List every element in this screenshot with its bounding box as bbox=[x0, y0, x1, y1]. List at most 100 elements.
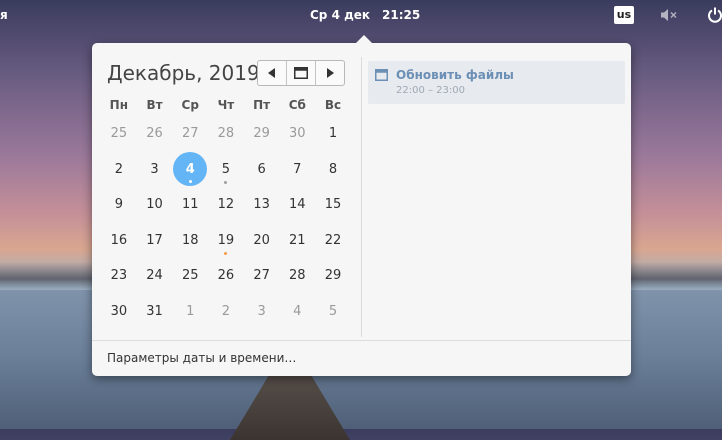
keyboard-layout-indicator[interactable]: us bbox=[614, 6, 634, 24]
day-number: 4 bbox=[293, 303, 302, 319]
day-number: 13 bbox=[253, 197, 270, 213]
calendar-day[interactable]: 27 bbox=[244, 258, 280, 294]
calendar-day[interactable]: 2 bbox=[101, 152, 137, 188]
day-number: 16 bbox=[110, 232, 128, 248]
calendar-day[interactable]: 20 bbox=[244, 223, 280, 259]
calendar-day[interactable]: 4 bbox=[279, 294, 315, 330]
calendar-day[interactable]: 6 bbox=[244, 152, 280, 188]
calendar-day[interactable]: 28 bbox=[208, 116, 244, 152]
calendar-day[interactable]: 26 bbox=[137, 116, 173, 152]
weekday-label: Пн bbox=[109, 98, 129, 112]
day-number: 25 bbox=[110, 126, 128, 142]
day-number: 28 bbox=[217, 126, 235, 142]
day-number: 5 bbox=[328, 303, 338, 319]
weekday-header: Пн Вт Ср Чт Пт Сб Вс bbox=[101, 98, 351, 116]
weekday-label: Сб bbox=[288, 98, 306, 112]
event-item[interactable]: Обновить файлы 22:00 – 23:00 bbox=[368, 61, 625, 104]
calendar-day[interactable]: 10 bbox=[137, 187, 173, 223]
power-icon[interactable] bbox=[708, 7, 722, 23]
next-month-button[interactable] bbox=[316, 61, 344, 85]
calendar-day[interactable]: 3 bbox=[244, 294, 280, 330]
event-time: 22:00 – 23:00 bbox=[396, 85, 465, 96]
day-number: 25 bbox=[181, 268, 199, 284]
day-number: 6 bbox=[257, 161, 266, 177]
calendar-day[interactable]: 12 bbox=[208, 187, 244, 223]
calendar-week-row: 25 26 27 28 29 30 1 bbox=[101, 116, 351, 152]
day-number: 7 bbox=[293, 161, 302, 177]
day-number: 26 bbox=[217, 268, 235, 284]
event-indicator-dot bbox=[224, 181, 228, 184]
weekday-label: Пт bbox=[253, 98, 271, 112]
calendar-day[interactable]: 30 bbox=[279, 116, 315, 152]
calendar-day[interactable]: 1 bbox=[172, 294, 208, 330]
calendar-day[interactable]: 7 bbox=[279, 152, 315, 188]
calendar-day[interactable]: 23 bbox=[101, 258, 137, 294]
day-number: 2 bbox=[114, 161, 123, 177]
popover-arrow bbox=[356, 35, 372, 43]
calendar-icon bbox=[294, 67, 308, 79]
date-time-settings-link[interactable]: Параметры даты и времени… bbox=[107, 351, 296, 365]
day-number: 17 bbox=[146, 232, 163, 248]
event-indicator-dot bbox=[188, 180, 192, 183]
panel-clock[interactable]: 21:25 bbox=[382, 8, 420, 22]
event-indicator-dot bbox=[224, 252, 228, 255]
calendar-day[interactable]: 5 bbox=[208, 152, 244, 188]
calendar-day[interactable]: 3 bbox=[137, 152, 173, 188]
volume-muted-icon[interactable] bbox=[660, 8, 678, 22]
calendar-day[interactable]: 15 bbox=[315, 187, 351, 223]
calendar-day[interactable]: 29 bbox=[315, 258, 351, 294]
calendar-day[interactable]: 14 bbox=[279, 187, 315, 223]
calendar-day[interactable]: 2 bbox=[208, 294, 244, 330]
calendar-day[interactable]: 25 bbox=[101, 116, 137, 152]
calendar-week-row: 2 345 6 7 8 bbox=[101, 152, 351, 188]
day-number: 3 bbox=[257, 303, 266, 319]
day-number: 26 bbox=[146, 126, 163, 142]
calendar-day[interactable]: 13 bbox=[244, 187, 280, 223]
day-number: 1 bbox=[328, 126, 338, 142]
day-number: 29 bbox=[253, 126, 270, 142]
calendar-day[interactable]: 22 bbox=[315, 223, 351, 259]
day-number: 11 bbox=[181, 197, 199, 213]
day-number: 30 bbox=[289, 126, 306, 142]
calendar-day[interactable]: 16 bbox=[101, 223, 137, 259]
calendar-day[interactable]: 24 bbox=[137, 258, 173, 294]
calendar-day[interactable]: 11 bbox=[172, 187, 208, 223]
calendar-day[interactable]: 28 bbox=[279, 258, 315, 294]
day-number: 1 bbox=[186, 303, 195, 319]
calendar-day[interactable]: 31 bbox=[137, 294, 173, 330]
calendar-day[interactable]: 29 bbox=[244, 116, 280, 152]
day-number: 5 bbox=[221, 161, 231, 177]
calendar-day[interactable]: 27 bbox=[172, 116, 208, 152]
calendar-day[interactable]: 25 bbox=[172, 258, 208, 294]
footer-divider bbox=[92, 340, 631, 341]
calendar-day[interactable]: 18 bbox=[172, 223, 208, 259]
calendar-day[interactable]: 17 bbox=[137, 223, 173, 259]
month-title: Декабрь, 2019 bbox=[107, 61, 260, 85]
day-number: 20 bbox=[253, 232, 270, 248]
day-number: 22 bbox=[324, 232, 342, 248]
calendar-week-row: 30 31 1 2 3 4 5 bbox=[101, 294, 351, 330]
event-title: Обновить файлы bbox=[396, 68, 514, 82]
calendar-day[interactable]: 30 bbox=[101, 294, 137, 330]
calendar-day[interactable]: 19 bbox=[208, 223, 244, 259]
day-number: 18 bbox=[181, 232, 199, 248]
day-number: 27 bbox=[253, 268, 270, 284]
calendar-day-today[interactable]: 4 bbox=[172, 152, 208, 188]
day-number: 10 bbox=[146, 197, 163, 213]
calendar-day[interactable]: 8 bbox=[315, 152, 351, 188]
day-number: 28 bbox=[289, 268, 306, 284]
calendar-day[interactable]: 21 bbox=[279, 223, 315, 259]
calendar-day[interactable]: 26 bbox=[208, 258, 244, 294]
today-button[interactable] bbox=[287, 61, 316, 85]
day-number: 24 bbox=[146, 268, 163, 284]
previous-month-button[interactable] bbox=[258, 61, 287, 85]
day-number: 8 bbox=[328, 161, 338, 177]
day-number: 19 bbox=[217, 232, 235, 248]
calendar-day[interactable]: 5 bbox=[315, 294, 351, 330]
panel-date[interactable]: Ср 4 дек bbox=[310, 8, 370, 22]
calendar-day[interactable]: 9 bbox=[101, 187, 137, 223]
calendar-event-icon bbox=[375, 69, 388, 81]
panel-left-text[interactable]: я bbox=[0, 8, 8, 22]
calendar-day[interactable]: 1 bbox=[315, 116, 351, 152]
day-number: 3 bbox=[150, 161, 159, 177]
